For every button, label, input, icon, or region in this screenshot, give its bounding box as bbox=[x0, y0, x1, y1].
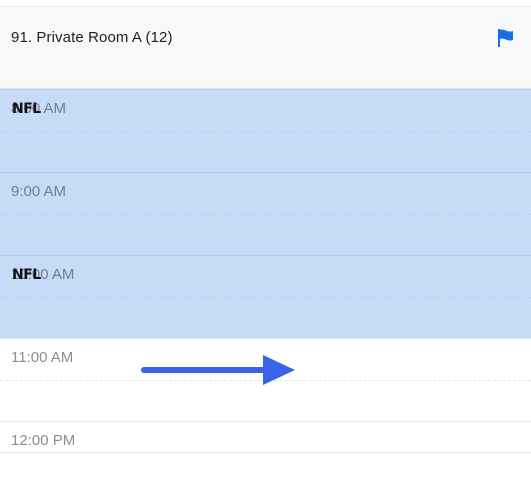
event-label[interactable]: NFL bbox=[12, 101, 41, 117]
half-hour-divider bbox=[0, 131, 531, 132]
time-slot-12pm[interactable]: 12:00 PM bbox=[0, 421, 531, 453]
event-label[interactable]: NFL bbox=[12, 267, 41, 283]
time-slot-8am[interactable]: 8:00 AM bbox=[0, 89, 531, 172]
time-slot-9am[interactable]: 9:00 AM bbox=[0, 172, 531, 255]
time-slot-10am[interactable]: 10:00 AM bbox=[0, 255, 531, 338]
time-label: 12:00 PM bbox=[11, 432, 76, 449]
room-header: 91. Private Room A (12) bbox=[0, 6, 531, 89]
room-title: 91. Private Room A (12) bbox=[11, 29, 173, 46]
arrow-right-icon bbox=[141, 355, 295, 385]
flag-icon[interactable] bbox=[497, 28, 515, 48]
half-hour-divider bbox=[0, 214, 531, 215]
time-label: 9:00 AM bbox=[11, 183, 67, 200]
time-label: 11:00 AM bbox=[11, 349, 74, 366]
half-hour-divider bbox=[0, 297, 531, 298]
